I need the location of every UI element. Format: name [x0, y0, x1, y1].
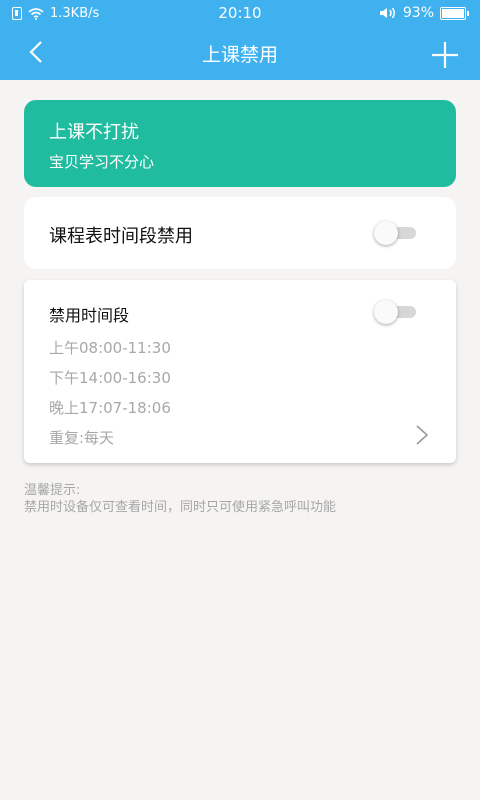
banner-title: 上课不打扰	[49, 122, 139, 143]
disable-period-label: 禁用时间段	[49, 306, 130, 325]
speaker-icon	[379, 7, 395, 19]
tips-heading: 温馨提示:	[24, 483, 81, 498]
chevron-right-icon	[416, 425, 429, 445]
status-right: 93%	[379, 5, 469, 21]
app-header: 1.3KB/s 20:10 93% 上课禁用	[0, 0, 480, 80]
add-button[interactable]	[430, 40, 460, 70]
battery-percent: 93%	[402, 5, 434, 21]
banner-subtitle: 宝贝学习不分心	[49, 153, 155, 171]
tips-text: 禁用时设备仅可查看时间，同时只可使用紧急呼叫功能	[24, 500, 337, 515]
schedule-disable-row: 课程表时间段禁用	[24, 197, 456, 269]
schedule-disable-toggle[interactable]	[374, 221, 418, 245]
period-detail-arrow[interactable]	[414, 424, 430, 446]
toggle-knob	[374, 221, 398, 245]
time-slot-afternoon: 下午14:00-16:30	[49, 369, 171, 387]
repeat-label: 重复:每天	[49, 429, 115, 447]
plus-icon	[432, 42, 458, 68]
time-slot-evening: 晚上17:07-18:06	[49, 399, 171, 417]
disable-period-toggle[interactable]	[374, 300, 418, 324]
status-bar: 1.3KB/s 20:10 93%	[0, 0, 480, 28]
tips-section: 温馨提示: 禁用时设备仅可查看时间，同时只可使用紧急呼叫功能	[24, 482, 336, 516]
schedule-disable-label: 课程表时间段禁用	[49, 226, 193, 247]
focus-banner: 上课不打扰 宝贝学习不分心	[24, 100, 456, 187]
toggle-knob	[374, 300, 398, 324]
page-title: 上课禁用	[201, 44, 278, 66]
time-slot-morning: 上午08:00-11:30	[49, 339, 171, 357]
battery-icon	[440, 6, 469, 20]
disable-period-card[interactable]: 禁用时间段 上午08:00-11:30 下午14:00-16:30 晚上17:0…	[24, 280, 456, 463]
